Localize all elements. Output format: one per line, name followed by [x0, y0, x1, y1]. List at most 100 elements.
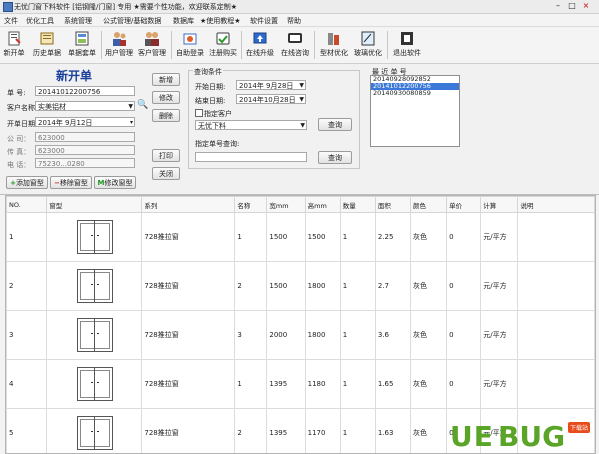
maximize-button[interactable]: □ — [566, 1, 578, 11]
cell-name[interactable]: 2 — [235, 409, 267, 454]
register-button[interactable]: 注册购买 — [208, 29, 238, 61]
cell-qty[interactable]: 1 — [340, 360, 375, 409]
col-window-type[interactable]: 窗型 — [47, 197, 142, 213]
window-type-cell[interactable] — [47, 409, 142, 454]
col-note[interactable]: 说明 — [518, 197, 595, 213]
cell-series[interactable]: 728推拉窗 — [142, 409, 235, 454]
table-row[interactable]: 4728推拉窗11395118011.65灰色0元/平方 — [7, 360, 595, 409]
cell-price[interactable]: 0 — [447, 262, 481, 311]
close-form-button[interactable]: 关闭 — [152, 167, 180, 180]
table-row[interactable]: 2728推拉窗21500180012.7灰色0元/平方 — [7, 262, 595, 311]
col-price[interactable]: 单价 — [447, 197, 481, 213]
col-name[interactable]: 名称 — [235, 197, 267, 213]
cell-height[interactable]: 1180 — [305, 360, 340, 409]
customers-button[interactable]: 客户管理 — [137, 29, 167, 61]
cell-note[interactable] — [518, 213, 595, 262]
recent-orders-list[interactable]: 20140928092852 20141012200756 2014093008… — [370, 75, 460, 147]
menu-database[interactable]: 数据库 — [173, 16, 194, 26]
query-customer-select[interactable]: 无忧下料▼ — [195, 120, 307, 130]
cell-calc[interactable]: 元/平方 — [481, 360, 518, 409]
cell-height[interactable]: 1170 — [305, 409, 340, 454]
cell-series[interactable]: 728推拉窗 — [142, 262, 235, 311]
close-button[interactable]: × — [580, 1, 592, 11]
col-color[interactable]: 颜色 — [411, 197, 447, 213]
window-type-cell[interactable] — [47, 262, 142, 311]
users-button[interactable]: 用户管理 — [105, 29, 133, 61]
query-order-button[interactable]: 查询 — [318, 151, 352, 164]
menu-settings[interactable]: 软件设置 — [250, 16, 278, 26]
window-type-cell[interactable] — [47, 213, 142, 262]
cell-no[interactable]: 3 — [7, 311, 47, 360]
cell-area[interactable]: 2.25 — [375, 213, 410, 262]
col-height[interactable]: 高mm — [305, 197, 340, 213]
cell-calc[interactable]: 元/平方 — [481, 262, 518, 311]
exit-button[interactable]: 退出软件 — [391, 29, 423, 61]
end-date-picker[interactable]: 2014年10月28日▼ — [236, 94, 306, 104]
cell-qty[interactable]: 1 — [340, 409, 375, 454]
cell-color[interactable]: 灰色 — [411, 311, 447, 360]
cell-width[interactable]: 1500 — [267, 262, 305, 311]
cell-color[interactable]: 灰色 — [411, 262, 447, 311]
upgrade-button[interactable]: 在线升级 — [245, 29, 275, 61]
customer-checkbox[interactable] — [195, 109, 203, 117]
col-width[interactable]: 宽mm — [267, 197, 305, 213]
cell-note[interactable] — [518, 311, 595, 360]
search-icon[interactable]: 🔍 — [137, 100, 148, 110]
glass-button[interactable]: 玻璃优化 — [352, 29, 384, 61]
cell-area[interactable]: 2.7 — [375, 262, 410, 311]
col-calc[interactable]: 计算 — [481, 197, 518, 213]
cell-color[interactable]: 灰色 — [411, 409, 447, 454]
fax-field[interactable]: 623000 — [35, 145, 135, 155]
cell-height[interactable]: 1800 — [305, 262, 340, 311]
menu-file[interactable]: 文件 — [4, 16, 18, 26]
modify-type-button[interactable]: M修改窗型 — [94, 176, 136, 189]
cell-name[interactable]: 1 — [235, 360, 267, 409]
cell-price[interactable]: 0 — [447, 360, 481, 409]
remove-type-button[interactable]: −移除窗型 — [50, 176, 92, 189]
cell-price[interactable]: 0 — [447, 213, 481, 262]
cell-width[interactable]: 1395 — [267, 409, 305, 454]
chat-button[interactable]: 在线咨询 — [279, 29, 311, 61]
col-qty[interactable]: 数量 — [340, 197, 375, 213]
customer-select[interactable]: 实美铝材▼ — [35, 101, 135, 111]
cell-name[interactable]: 3 — [235, 311, 267, 360]
cell-no[interactable]: 5 — [7, 409, 47, 454]
cell-area[interactable]: 1.65 — [375, 360, 410, 409]
new-order-button[interactable]: 新开单 — [2, 29, 26, 61]
cell-width[interactable]: 1395 — [267, 360, 305, 409]
cell-height[interactable]: 1800 — [305, 311, 340, 360]
cell-qty[interactable]: 1 — [340, 213, 375, 262]
col-series[interactable]: 系列 — [142, 197, 235, 213]
cell-series[interactable]: 728推拉窗 — [142, 360, 235, 409]
cell-calc[interactable]: 元/平方 — [481, 213, 518, 262]
cell-height[interactable]: 1500 — [305, 213, 340, 262]
list-item[interactable]: 20140930080859 — [371, 90, 459, 97]
cell-qty[interactable]: 1 — [340, 311, 375, 360]
print-button[interactable]: 打印 — [152, 149, 180, 162]
cell-no[interactable]: 4 — [7, 360, 47, 409]
history-button[interactable]: 历史单据 — [32, 29, 62, 61]
company-field[interactable]: 623000 — [35, 132, 135, 142]
cell-name[interactable]: 2 — [235, 262, 267, 311]
menu-tutorial[interactable]: ★使用教程★ — [200, 16, 241, 26]
cell-note[interactable] — [518, 360, 595, 409]
col-area[interactable]: 面积 — [375, 197, 410, 213]
template-button[interactable]: 单据套单 — [66, 29, 98, 61]
start-date-picker[interactable]: 2014年 9月28日▼ — [236, 80, 306, 90]
table-row[interactable]: 1728推拉窗11500150012.25灰色0元/平方 — [7, 213, 595, 262]
cell-price[interactable]: 0 — [447, 311, 481, 360]
cell-area[interactable]: 1.63 — [375, 409, 410, 454]
cell-width[interactable]: 2000 — [267, 311, 305, 360]
cell-area[interactable]: 3.6 — [375, 311, 410, 360]
menu-formula[interactable]: 公式管理/基础数据 — [103, 16, 161, 26]
edit-button[interactable]: 修改 — [152, 91, 180, 104]
order-no-field[interactable]: 20141012200756 — [35, 86, 135, 96]
order-date-picker[interactable]: 2014年 9月12日▾ — [35, 117, 135, 127]
col-no[interactable]: NO. — [7, 197, 47, 213]
window-type-cell[interactable] — [47, 360, 142, 409]
menu-system[interactable]: 系统管理 — [64, 16, 92, 26]
cell-note[interactable] — [518, 262, 595, 311]
cell-color[interactable]: 灰色 — [411, 213, 447, 262]
optimize-button[interactable]: 型材优化 — [318, 29, 350, 61]
window-type-cell[interactable] — [47, 311, 142, 360]
